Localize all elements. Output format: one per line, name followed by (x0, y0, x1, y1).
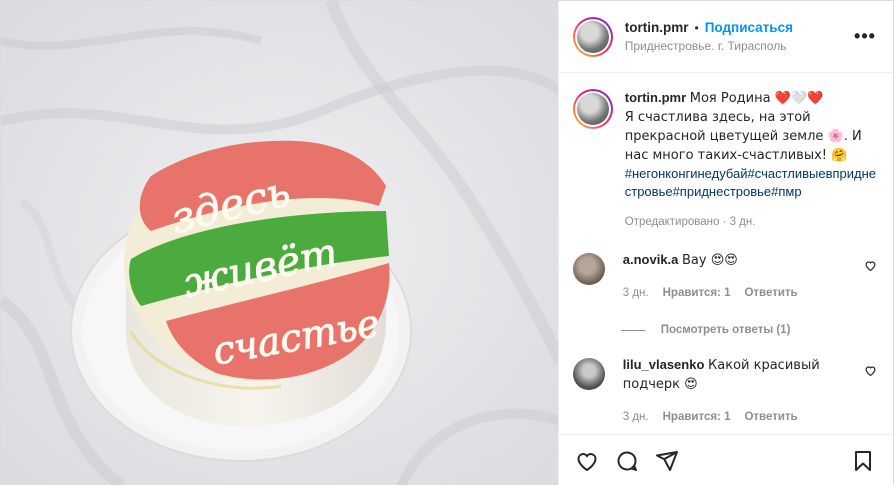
comment-likes[interactable]: Нравится: 1 (663, 408, 731, 426)
like-button[interactable] (573, 447, 601, 475)
caption-hashtags[interactable]: #негонконгинедубай#счастливыевприднестро… (625, 166, 876, 199)
heart-icon[interactable] (864, 259, 877, 272)
reply-button[interactable]: Ответить (744, 408, 797, 426)
commenter-avatar[interactable] (572, 358, 605, 390)
comment-likes[interactable]: Нравится: 1 (663, 284, 731, 302)
bookmark-icon (855, 450, 871, 471)
view-replies-button[interactable]: Посмотреть ответы (1) (620, 324, 877, 336)
cake-photo: здесь живёт счастье (1, 1, 558, 485)
post-photo[interactable]: здесь живёт счастье (1, 1, 559, 485)
share-button[interactable] (653, 447, 681, 475)
action-bar (558, 434, 893, 485)
view-replies-label: Посмотреть ответы (1) (660, 324, 791, 336)
caption-edited: Отредактировано · 3 дн. (624, 216, 756, 228)
comment-item: a.novik.a Вау 😍😍 3 дн. Нравится: 1 Ответ… (572, 251, 877, 302)
author-username[interactable]: tortin.pmr (625, 20, 689, 35)
caption-text: Я счастлива здесь, на этой прекрасной цв… (624, 110, 862, 163)
comment-button[interactable] (613, 447, 641, 475)
more-icon[interactable]: ••• (853, 26, 877, 47)
caption-username[interactable]: tortin.pmr (625, 90, 686, 105)
share-icon (655, 450, 678, 471)
post-location[interactable]: Приднестровье. г. Тирасполь (625, 39, 853, 53)
author-avatar[interactable] (572, 16, 613, 57)
follow-button[interactable]: Подписаться (705, 20, 793, 35)
separator-dot: • (694, 20, 699, 35)
commenter-avatar[interactable] (572, 253, 605, 285)
comments-list[interactable]: tortin.pmr Моя Родина ❤️🤍❤️ Я счастлива … (559, 73, 893, 434)
comment-text: Вау 😍😍 (682, 253, 738, 268)
post-header: tortin.pmr • Подписаться Приднестровье. … (558, 1, 893, 73)
replies-line (620, 329, 645, 331)
commenter-username[interactable]: lilu_vlasenko (623, 357, 705, 372)
save-button[interactable] (849, 447, 877, 475)
comment-item: lilu_vlasenko Какой красивый подчерк 😍 3… (572, 356, 877, 426)
post-sidebar: tortin.pmr • Подписаться Приднестровье. … (558, 1, 893, 485)
comment-time[interactable]: 3 дн. (623, 284, 649, 302)
comment-time[interactable]: 3 дн. (623, 408, 649, 426)
caption: tortin.pmr Моя Родина ❤️🤍❤️ Я счастлива … (572, 89, 877, 231)
caption-title: Моя Родина ❤️🤍❤️ (689, 91, 824, 106)
caption-avatar[interactable] (572, 89, 613, 129)
commenter-username[interactable]: a.novik.a (623, 252, 679, 267)
instagram-post: здесь живёт счастье tortin.pmr • Подписа… (0, 0, 894, 485)
comment-icon (617, 450, 637, 471)
heart-icon (577, 452, 597, 471)
heart-icon[interactable] (864, 364, 877, 377)
reply-button[interactable]: Ответить (744, 284, 797, 302)
